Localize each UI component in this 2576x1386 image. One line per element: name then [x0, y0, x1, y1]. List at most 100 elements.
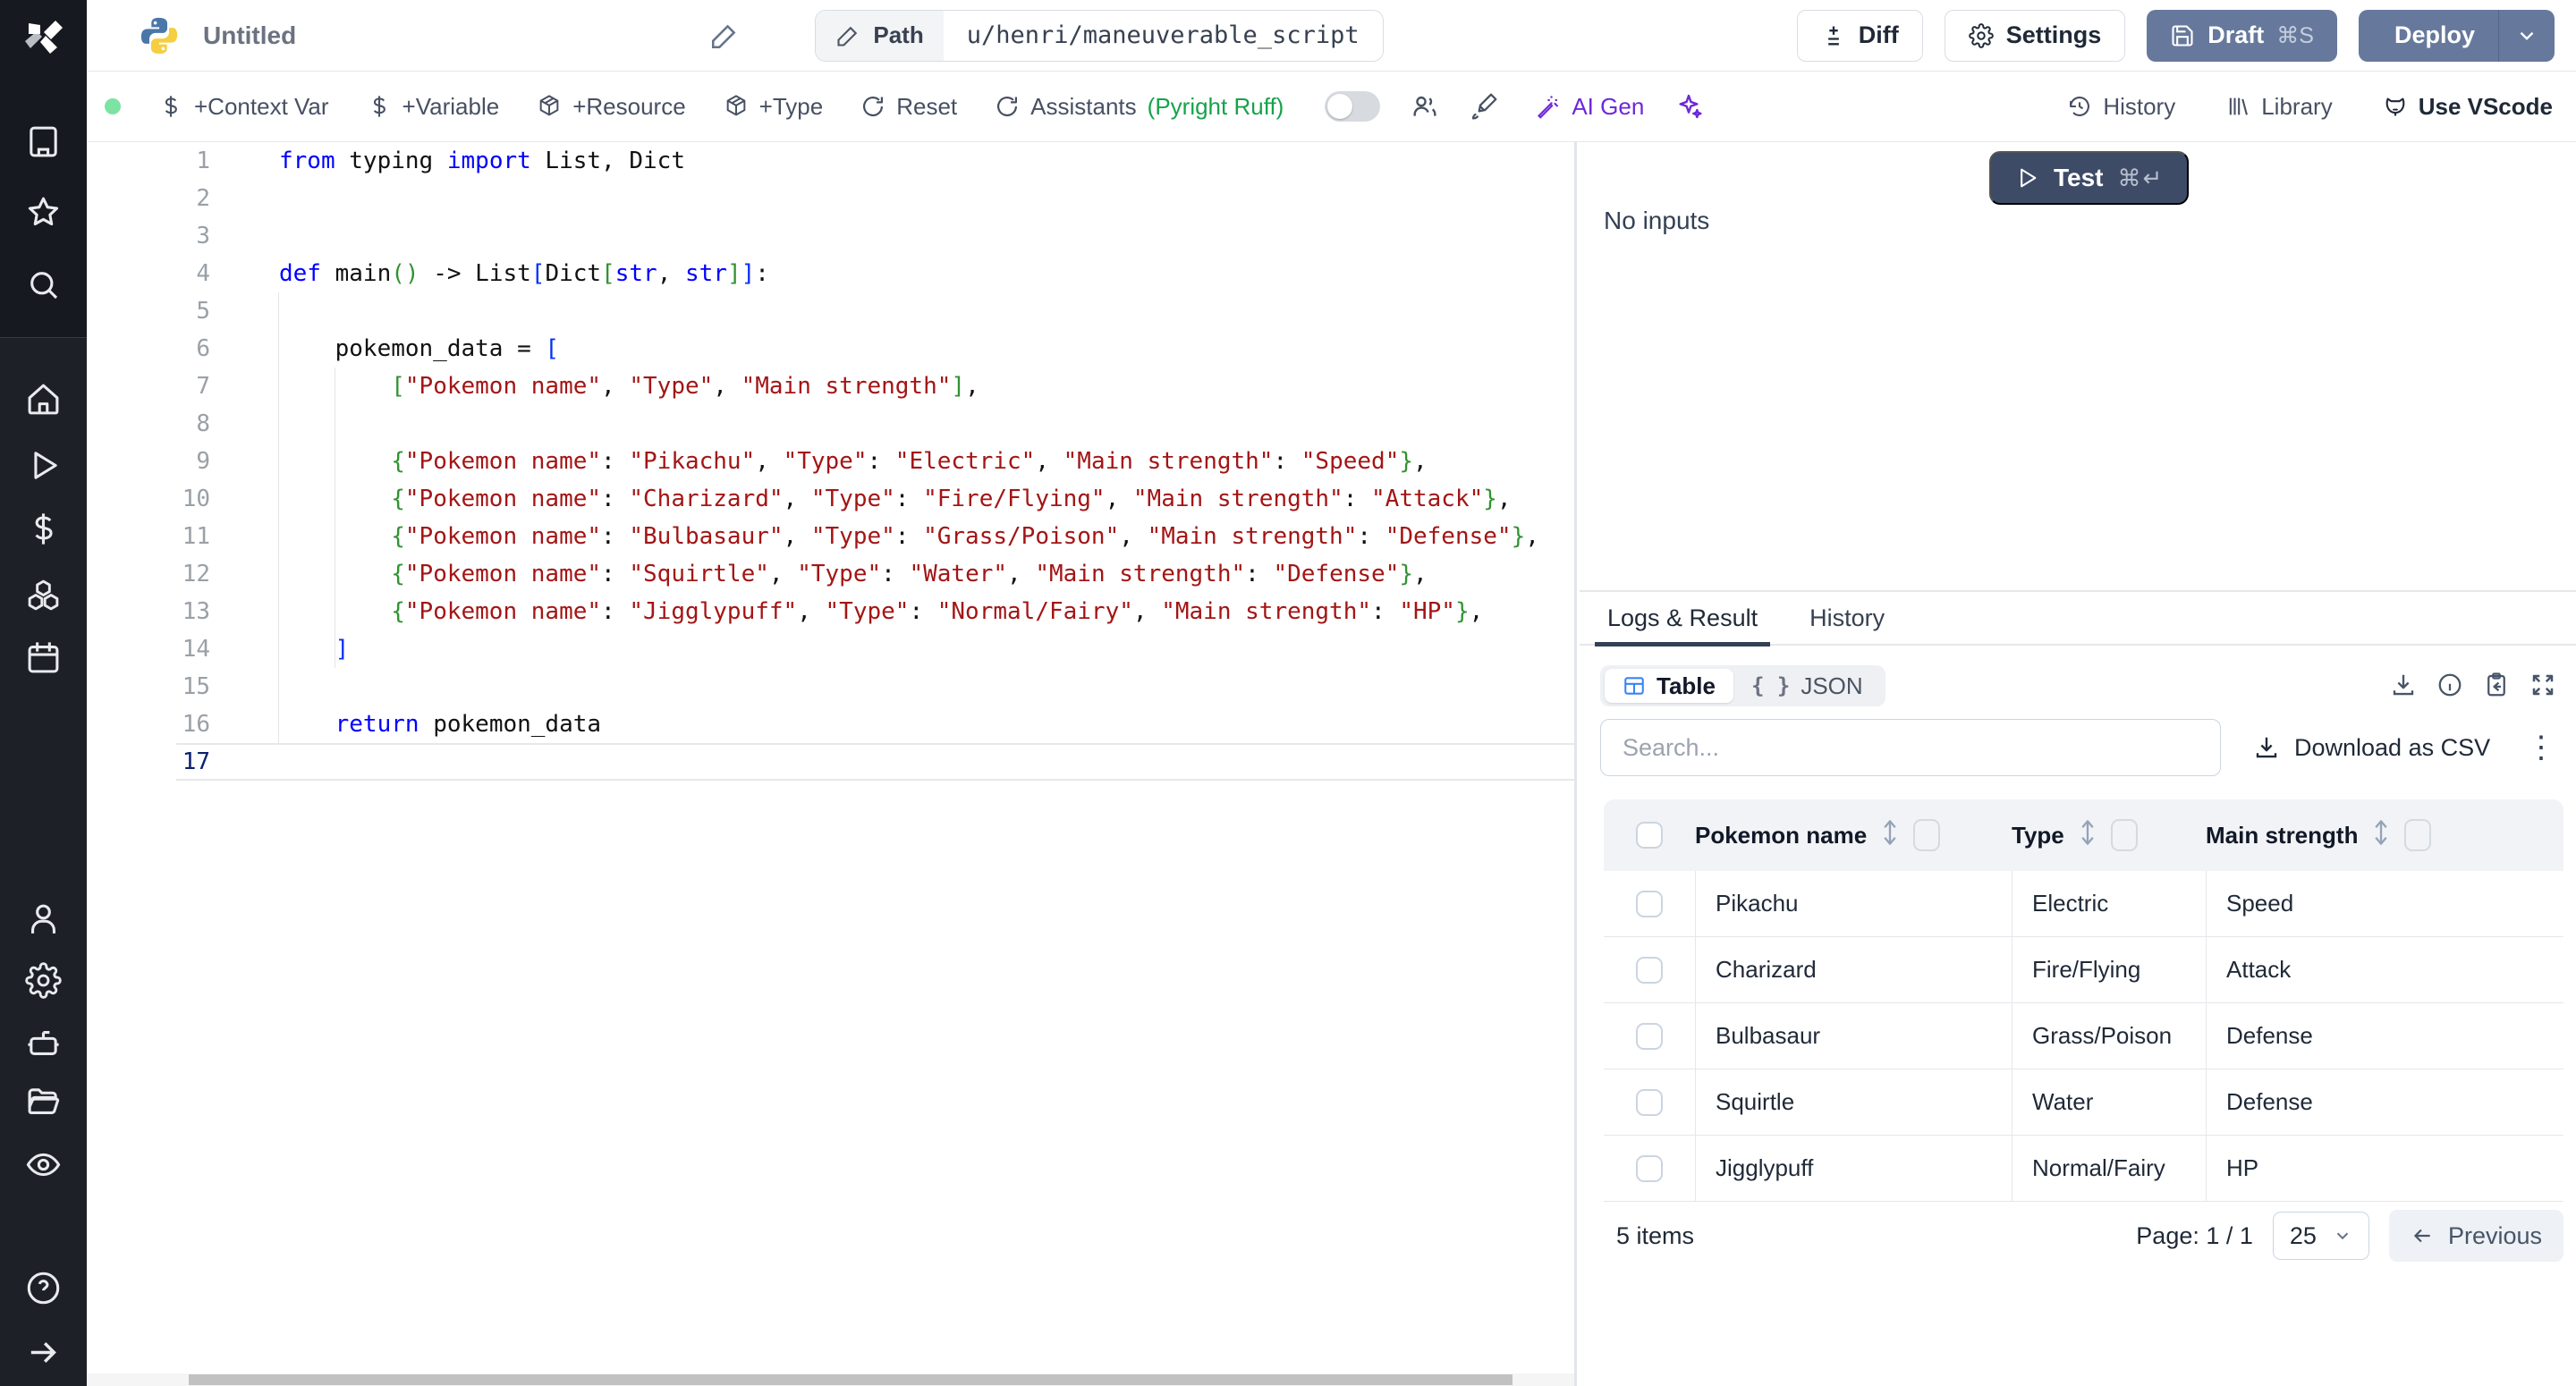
draft-button[interactable]: Draft ⌘S: [2147, 10, 2337, 62]
code-line[interactable]: 8: [87, 405, 1574, 443]
workers-robot-icon[interactable]: [25, 1025, 62, 1061]
scrollbar-thumb[interactable]: [189, 1374, 1513, 1385]
collapse-arrow-icon[interactable]: [25, 1334, 62, 1371]
tab-history[interactable]: History: [1809, 591, 1885, 645]
column-filter-button[interactable]: [2111, 819, 2138, 851]
code-line[interactable]: 6 pokemon_data = [: [87, 330, 1574, 368]
copy-clipboard-icon[interactable]: [2483, 672, 2510, 698]
column-header-pokemon-name[interactable]: Pokemon name: [1695, 822, 1867, 849]
library-button[interactable]: Library: [2225, 93, 2332, 121]
row-checkbox[interactable]: [1636, 957, 1663, 984]
code-line[interactable]: 14 ]: [87, 630, 1574, 668]
table-row[interactable]: BulbasaurGrass/PoisonDefense: [1604, 1003, 2563, 1069]
column-header-main-strength[interactable]: Main strength: [2206, 822, 2358, 849]
expand-fullscreen-icon[interactable]: [2529, 672, 2556, 698]
deploy-options-chevron[interactable]: [2498, 10, 2555, 62]
table-options-kebab-icon[interactable]: ⋮: [2526, 732, 2556, 763]
code-line[interactable]: 7 ["Pokemon name", "Type", "Main strengt…: [87, 368, 1574, 405]
page-size-select[interactable]: 25: [2273, 1212, 2369, 1260]
windmill-logo-icon[interactable]: [21, 13, 66, 57]
edit-summary-pencil-icon[interactable]: [709, 21, 740, 51]
line-number: 5: [87, 298, 210, 325]
format-brush-icon[interactable]: [1470, 92, 1498, 121]
use-vscode-button[interactable]: Use VScode: [2383, 93, 2553, 121]
schedules-calendar-icon[interactable]: [25, 639, 62, 676]
table-row[interactable]: CharizardFire/FlyingAttack: [1604, 937, 2563, 1003]
download-icon[interactable]: [2390, 672, 2417, 698]
multiplayer-users-icon[interactable]: [1411, 92, 1439, 121]
collab-toggle[interactable]: [1325, 91, 1380, 122]
runs-play-icon[interactable]: [25, 447, 62, 484]
column-filter-button[interactable]: [2404, 819, 2431, 851]
folders-icon[interactable]: [25, 1084, 62, 1120]
add-resource-button[interactable]: +Resource: [537, 93, 685, 121]
search-input[interactable]: [1600, 719, 2221, 776]
download-icon: [2253, 734, 2280, 761]
line-number: 10: [87, 486, 210, 512]
path-value[interactable]: u/henri/maneuverable_script: [944, 11, 1383, 61]
reset-button[interactable]: Reset: [860, 93, 957, 121]
path-label-segment: Path: [816, 11, 943, 61]
add-type-button[interactable]: +Type: [724, 93, 824, 121]
settings-button[interactable]: Settings: [1945, 10, 2126, 62]
resources-cubes-icon[interactable]: [25, 577, 62, 613]
column-filter-button[interactable]: [1913, 819, 1940, 851]
settings-gear-icon[interactable]: [25, 962, 62, 999]
row-checkbox[interactable]: [1636, 1089, 1663, 1116]
horizontal-scrollbar[interactable]: [87, 1373, 1574, 1386]
code-line[interactable]: 4def main() -> List[Dict[str, str]]:: [87, 255, 1574, 292]
test-run-button[interactable]: Test ⌘↵: [1989, 151, 2189, 205]
favorites-star-icon[interactable]: [25, 194, 62, 231]
view-json-option[interactable]: { } JSON: [1733, 669, 1881, 703]
table-row[interactable]: SquirtleWaterDefense: [1604, 1069, 2563, 1136]
select-all-checkbox[interactable]: [1636, 822, 1663, 849]
assistants-button[interactable]: Assistants (Pyright Ruff): [995, 93, 1284, 121]
view-table-option[interactable]: Table: [1605, 669, 1733, 703]
history-button[interactable]: History: [2067, 93, 2175, 121]
table-row[interactable]: JigglypuffNormal/FairyHP: [1604, 1136, 2563, 1202]
audit-eye-icon[interactable]: [25, 1146, 62, 1183]
code-line[interactable]: 11 {"Pokemon name": "Bulbasaur", "Type":…: [87, 518, 1574, 555]
code-line[interactable]: 15: [87, 668, 1574, 706]
row-checkbox[interactable]: [1636, 1023, 1663, 1050]
add-context-var-button[interactable]: +Context Var: [158, 93, 329, 121]
code-line[interactable]: 17: [87, 743, 1574, 781]
sort-icon[interactable]: [2077, 819, 2098, 852]
code-editor[interactable]: 1from typing import List, Dict234def mai…: [87, 142, 1577, 1386]
download-csv-button[interactable]: Download as CSV: [2253, 734, 2490, 762]
sort-icon[interactable]: [1879, 819, 1901, 852]
row-checkbox[interactable]: [1636, 891, 1663, 917]
draft-shortcut: ⌘S: [2276, 22, 2314, 49]
table-row[interactable]: PikachuElectricSpeed: [1604, 871, 2563, 937]
code-line[interactable]: 10 {"Pokemon name": "Charizard", "Type":…: [87, 480, 1574, 518]
code-line[interactable]: 2: [87, 180, 1574, 217]
info-icon[interactable]: [2436, 672, 2463, 698]
column-header-type[interactable]: Type: [2012, 822, 2064, 849]
diff-button[interactable]: Diff: [1797, 10, 1923, 62]
code-line[interactable]: 13 {"Pokemon name": "Jigglypuff", "Type"…: [87, 593, 1574, 630]
users-person-icon[interactable]: [25, 901, 62, 938]
tab-logs-result[interactable]: Logs & Result: [1607, 591, 1758, 645]
help-question-icon[interactable]: [25, 1270, 62, 1306]
search-icon[interactable]: [25, 266, 62, 303]
variables-dollar-icon[interactable]: [25, 511, 62, 547]
code-line[interactable]: 3: [87, 217, 1574, 255]
workspace-icon[interactable]: [25, 123, 62, 160]
path-field[interactable]: Path u/henri/maneuverable_script: [815, 10, 1383, 62]
code-line[interactable]: 5: [87, 292, 1574, 330]
code-line[interactable]: 9 {"Pokemon name": "Pikachu", "Type": "E…: [87, 443, 1574, 480]
script-title[interactable]: Untitled: [203, 21, 296, 50]
previous-page-button[interactable]: Previous: [2389, 1210, 2563, 1262]
ai-gen-button[interactable]: AI Gen: [1536, 93, 1644, 121]
chevron-down-icon: [2333, 1226, 2352, 1246]
code-line[interactable]: 12 {"Pokemon name": "Squirtle", "Type": …: [87, 555, 1574, 593]
sparkles-icon[interactable]: [1674, 92, 1703, 121]
code-line[interactable]: 16 return pokemon_data: [87, 706, 1574, 743]
home-icon[interactable]: [25, 381, 62, 418]
row-checkbox[interactable]: [1636, 1155, 1663, 1182]
deploy-button[interactable]: Deploy: [2359, 10, 2498, 62]
table-cell: HP: [2206, 1136, 2563, 1201]
sort-icon[interactable]: [2370, 819, 2392, 852]
code-line[interactable]: 1from typing import List, Dict: [87, 142, 1574, 180]
add-variable-button[interactable]: +Variable: [367, 93, 500, 121]
